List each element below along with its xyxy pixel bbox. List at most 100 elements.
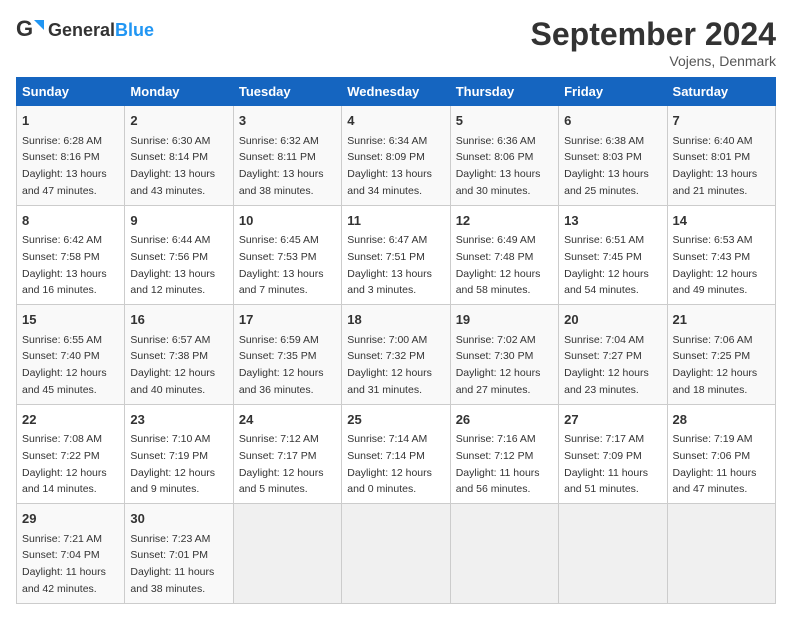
- day-info: Sunrise: 6:47 AMSunset: 7:51 PMDaylight:…: [347, 234, 432, 296]
- day-info: Sunrise: 6:59 AMSunset: 7:35 PMDaylight:…: [239, 334, 324, 396]
- day-info: Sunrise: 7:10 AMSunset: 7:19 PMDaylight:…: [130, 433, 215, 495]
- calendar-cell: 27 Sunrise: 7:17 AMSunset: 7:09 PMDayligh…: [559, 404, 667, 504]
- calendar-cell: 2 Sunrise: 6:30 AMSunset: 8:14 PMDaylight…: [125, 106, 233, 206]
- weekday-header-friday: Friday: [559, 78, 667, 106]
- calendar-header: SundayMondayTuesdayWednesdayThursdayFrid…: [17, 78, 776, 106]
- day-number: 22: [22, 410, 119, 430]
- day-info: Sunrise: 6:51 AMSunset: 7:45 PMDaylight:…: [564, 234, 649, 296]
- calendar-cell: 9Sunrise: 6:44 AMSunset: 7:56 PMDaylight…: [125, 205, 233, 305]
- calendar-cell: 3Sunrise: 6:32 AMSunset: 8:11 PMDaylight…: [233, 106, 341, 206]
- day-number: 4: [347, 111, 444, 131]
- day-number: 17: [239, 310, 336, 330]
- logo-general: General: [48, 20, 115, 40]
- day-number: 23: [130, 410, 227, 430]
- logo-text: GeneralBlue: [48, 20, 154, 41]
- calendar-cell: 20 Sunrise: 7:04 AMSunset: 7:27 PMDayligh…: [559, 305, 667, 405]
- logo: G GeneralBlue: [16, 16, 154, 44]
- day-info: Sunrise: 7:16 AMSunset: 7:12 PMDaylight:…: [456, 433, 540, 495]
- calendar-cell: 29 Sunrise: 7:21 AMSunset: 7:04 PMDayligh…: [17, 504, 125, 604]
- day-info: Sunrise: 6:38 AMSunset: 8:03 PMDaylight:…: [564, 135, 649, 197]
- day-info: Sunrise: 7:04 AMSunset: 7:27 PMDaylight:…: [564, 334, 649, 396]
- calendar-table: SundayMondayTuesdayWednesdayThursdayFrid…: [16, 77, 776, 604]
- svg-text:G: G: [16, 16, 33, 41]
- day-number: 5: [456, 111, 553, 131]
- day-info: Sunrise: 7:23 AMSunset: 7:01 PMDaylight:…: [130, 533, 214, 595]
- calendar-cell: [450, 504, 558, 604]
- calendar-cell: 5 Sunrise: 6:36 AMSunset: 8:06 PMDaylight…: [450, 106, 558, 206]
- logo-blue: Blue: [115, 20, 154, 40]
- day-number: 26: [456, 410, 553, 430]
- day-number: 25: [347, 410, 444, 430]
- calendar-cell: 26 Sunrise: 7:16 AMSunset: 7:12 PMDayligh…: [450, 404, 558, 504]
- day-number: 1: [22, 111, 119, 131]
- day-number: 20: [564, 310, 661, 330]
- day-info: Sunrise: 6:57 AMSunset: 7:38 PMDaylight:…: [130, 334, 215, 396]
- calendar-cell: 12 Sunrise: 6:49 AMSunset: 7:48 PMDayligh…: [450, 205, 558, 305]
- day-info: Sunrise: 6:55 AMSunset: 7:40 PMDaylight:…: [22, 334, 107, 396]
- weekday-header-thursday: Thursday: [450, 78, 558, 106]
- calendar-cell: 22 Sunrise: 7:08 AMSunset: 7:22 PMDayligh…: [17, 404, 125, 504]
- weekday-header-saturday: Saturday: [667, 78, 775, 106]
- day-number: 29: [22, 509, 119, 529]
- calendar-cell: [342, 504, 450, 604]
- calendar-cell: 13Sunrise: 6:51 AMSunset: 7:45 PMDayligh…: [559, 205, 667, 305]
- calendar-cell: 30 Sunrise: 7:23 AMSunset: 7:01 PMDayligh…: [125, 504, 233, 604]
- day-number: 27: [564, 410, 661, 430]
- calendar-cell: 7 Sunrise: 6:40 AMSunset: 8:01 PMDaylight…: [667, 106, 775, 206]
- day-number: 18: [347, 310, 444, 330]
- calendar-cell: 15 Sunrise: 6:55 AMSunset: 7:40 PMDayligh…: [17, 305, 125, 405]
- day-number: 30: [130, 509, 227, 529]
- day-info: Sunrise: 7:12 AMSunset: 7:17 PMDaylight:…: [239, 433, 324, 495]
- calendar-week-row: 29 Sunrise: 7:21 AMSunset: 7:04 PMDayligh…: [17, 504, 776, 604]
- calendar-cell: 1Sunrise: 6:28 AMSunset: 8:16 PMDaylight…: [17, 106, 125, 206]
- calendar-cell: 23 Sunrise: 7:10 AMSunset: 7:19 PMDayligh…: [125, 404, 233, 504]
- calendar-cell: 19Sunrise: 7:02 AMSunset: 7:30 PMDayligh…: [450, 305, 558, 405]
- calendar-subtitle: Vojens, Denmark: [531, 53, 776, 69]
- day-info: Sunrise: 7:17 AMSunset: 7:09 PMDaylight:…: [564, 433, 648, 495]
- day-number: 7: [673, 111, 770, 131]
- day-number: 24: [239, 410, 336, 430]
- day-number: 21: [673, 310, 770, 330]
- calendar-cell: 10Sunrise: 6:45 AMSunset: 7:53 PMDayligh…: [233, 205, 341, 305]
- calendar-title: September 2024: [531, 16, 776, 53]
- day-info: Sunrise: 7:21 AMSunset: 7:04 PMDaylight:…: [22, 533, 106, 595]
- day-number: 2: [130, 111, 227, 131]
- day-number: 11: [347, 211, 444, 231]
- calendar-cell: 17 Sunrise: 6:59 AMSunset: 7:35 PMDayligh…: [233, 305, 341, 405]
- calendar-cell: 28Sunrise: 7:19 AMSunset: 7:06 PMDayligh…: [667, 404, 775, 504]
- calendar-cell: 6Sunrise: 6:38 AMSunset: 8:03 PMDaylight…: [559, 106, 667, 206]
- weekday-header-tuesday: Tuesday: [233, 78, 341, 106]
- logo-icon: G: [16, 16, 44, 44]
- day-number: 8: [22, 211, 119, 231]
- day-info: Sunrise: 7:06 AMSunset: 7:25 PMDaylight:…: [673, 334, 758, 396]
- day-info: Sunrise: 7:14 AMSunset: 7:14 PMDaylight:…: [347, 433, 432, 495]
- calendar-week-row: 22 Sunrise: 7:08 AMSunset: 7:22 PMDayligh…: [17, 404, 776, 504]
- calendar-cell: [667, 504, 775, 604]
- calendar-cell: [559, 504, 667, 604]
- page-header: G GeneralBlue September 2024 Vojens, Den…: [16, 16, 776, 69]
- day-info: Sunrise: 6:30 AMSunset: 8:14 PMDaylight:…: [130, 135, 215, 197]
- calendar-week-row: 15 Sunrise: 6:55 AMSunset: 7:40 PMDayligh…: [17, 305, 776, 405]
- day-number: 9: [130, 211, 227, 231]
- day-number: 14: [673, 211, 770, 231]
- calendar-week-row: 8 Sunrise: 6:42 AMSunset: 7:58 PMDaylight…: [17, 205, 776, 305]
- day-info: Sunrise: 6:40 AMSunset: 8:01 PMDaylight:…: [673, 135, 758, 197]
- day-info: Sunrise: 7:00 AMSunset: 7:32 PMDaylight:…: [347, 334, 432, 396]
- calendar-cell: 14Sunrise: 6:53 AMSunset: 7:43 PMDayligh…: [667, 205, 775, 305]
- day-number: 16: [130, 310, 227, 330]
- title-area: September 2024 Vojens, Denmark: [531, 16, 776, 69]
- day-info: Sunrise: 7:08 AMSunset: 7:22 PMDaylight:…: [22, 433, 107, 495]
- day-info: Sunrise: 6:34 AMSunset: 8:09 PMDaylight:…: [347, 135, 432, 197]
- calendar-cell: 4 Sunrise: 6:34 AMSunset: 8:09 PMDaylight…: [342, 106, 450, 206]
- day-number: 12: [456, 211, 553, 231]
- day-info: Sunrise: 6:49 AMSunset: 7:48 PMDaylight:…: [456, 234, 541, 296]
- weekday-header-wednesday: Wednesday: [342, 78, 450, 106]
- weekday-header-row: SundayMondayTuesdayWednesdayThursdayFrid…: [17, 78, 776, 106]
- calendar-cell: 21 Sunrise: 7:06 AMSunset: 7:25 PMDayligh…: [667, 305, 775, 405]
- calendar-body: 1Sunrise: 6:28 AMSunset: 8:16 PMDaylight…: [17, 106, 776, 604]
- calendar-cell: 11 Sunrise: 6:47 AMSunset: 7:51 PMDayligh…: [342, 205, 450, 305]
- day-info: Sunrise: 6:36 AMSunset: 8:06 PMDaylight:…: [456, 135, 541, 197]
- calendar-cell: 8 Sunrise: 6:42 AMSunset: 7:58 PMDaylight…: [17, 205, 125, 305]
- day-info: Sunrise: 6:42 AMSunset: 7:58 PMDaylight:…: [22, 234, 107, 296]
- day-number: 15: [22, 310, 119, 330]
